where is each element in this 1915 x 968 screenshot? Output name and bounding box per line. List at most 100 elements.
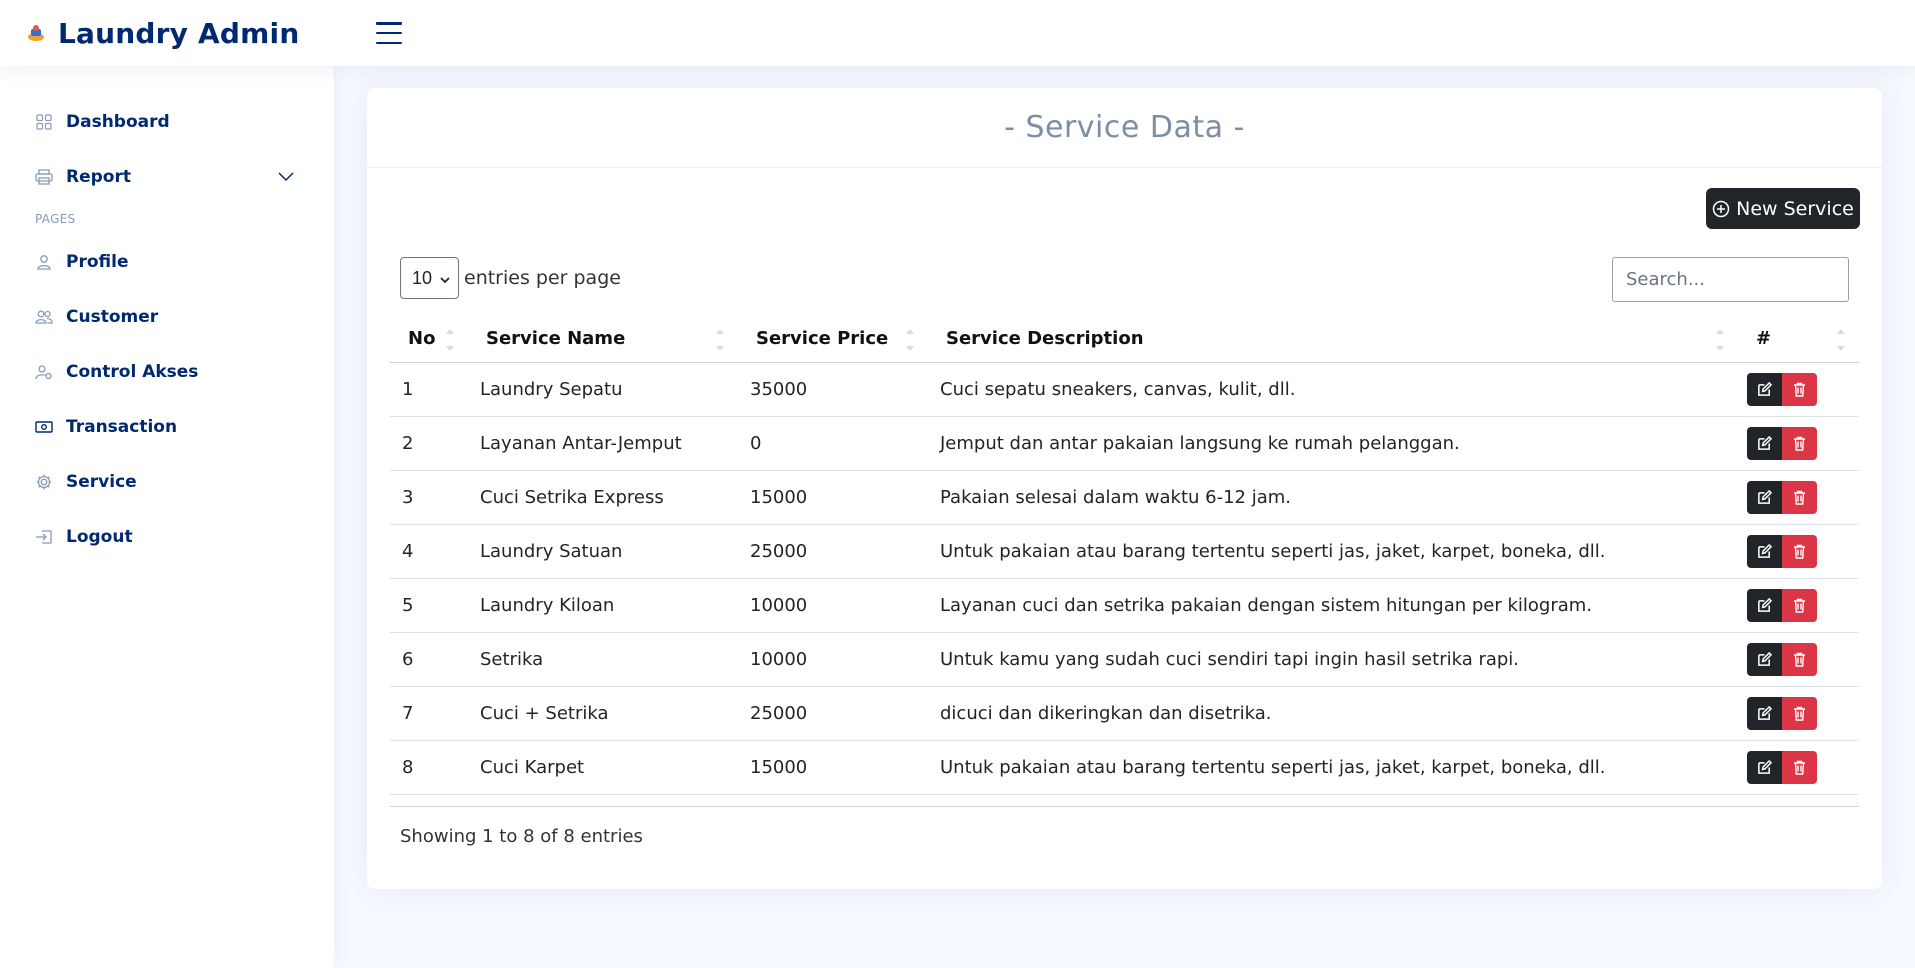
cell-service-price: 0 (738, 417, 928, 471)
row-actions (1747, 589, 1817, 622)
delete-button[interactable] (1782, 643, 1817, 676)
person-gear-icon (34, 362, 54, 382)
sidebar-item-service[interactable]: Service (0, 454, 334, 509)
delete-button[interactable] (1782, 427, 1817, 460)
cell-service-name: Cuci Karpet (468, 741, 738, 795)
table-footer-divider (390, 806, 1859, 807)
service-table: No Service Name Service Price Service De… (390, 315, 1859, 795)
sidebar-item-label: Profile (66, 251, 129, 272)
row-actions (1747, 481, 1817, 514)
table-row: 4 Laundry Satuan 25000 Untuk pakaian atau b… (390, 525, 1859, 579)
cell-service-description: dicuci dan dikeringkan dan disetrika. (928, 687, 1738, 741)
delete-button[interactable] (1782, 481, 1817, 514)
edit-button[interactable] (1747, 643, 1782, 676)
app-logo[interactable]: Laundry Admin (26, 17, 346, 50)
cell-actions (1738, 687, 1859, 741)
sidebar-item-label: Service (66, 471, 137, 492)
trash-icon (1793, 652, 1806, 667)
cell-service-price: 15000 (738, 741, 928, 795)
edit-button[interactable] (1747, 481, 1782, 514)
cell-service-name: Cuci + Setrika (468, 687, 738, 741)
box-arrow-in-icon (34, 527, 54, 547)
edit-button[interactable] (1747, 427, 1782, 460)
column-header-no[interactable]: No (390, 315, 468, 363)
cell-no: 5 (390, 579, 468, 633)
row-actions (1747, 643, 1817, 676)
cell-service-description: Untuk kamu yang sudah cuci sendiri tapi … (928, 633, 1738, 687)
delete-button[interactable] (1782, 535, 1817, 568)
sidebar-toggle-icon[interactable] (376, 22, 402, 44)
gear-icon (34, 472, 54, 492)
delete-button[interactable] (1782, 751, 1817, 784)
trash-icon (1793, 382, 1806, 397)
new-service-button[interactable]: New Service (1706, 188, 1860, 229)
printer-icon (34, 167, 54, 187)
cell-service-name: Laundry Sepatu (468, 363, 738, 417)
cell-no: 4 (390, 525, 468, 579)
sidebar-item-logout[interactable]: Logout (0, 509, 334, 564)
cell-service-price: 35000 (738, 363, 928, 417)
sidebar-item-transaction[interactable]: Transaction (0, 399, 334, 454)
cell-service-price: 10000 (738, 579, 928, 633)
column-label: Service Name (486, 328, 626, 349)
person-icon (34, 252, 54, 272)
edit-button[interactable] (1747, 697, 1782, 730)
sidebar-item-label: Control Akses (66, 361, 199, 382)
sidebar-item-label: Logout (66, 526, 133, 547)
sidebar-item-profile[interactable]: Profile (0, 234, 334, 289)
cell-service-price: 25000 (738, 687, 928, 741)
row-actions (1747, 697, 1817, 730)
nav-heading-pages: PAGES (35, 212, 76, 226)
cell-actions (1738, 525, 1859, 579)
edit-button[interactable] (1747, 589, 1782, 622)
grid-icon (34, 112, 54, 132)
trash-icon (1793, 544, 1806, 559)
sidebar-item-dashboard[interactable]: Dashboard (0, 94, 334, 149)
edit-button[interactable] (1747, 535, 1782, 568)
page-title: - Service Data - (367, 88, 1882, 168)
per-page-value: 10 (412, 267, 433, 288)
people-icon (34, 307, 54, 327)
cell-service-name: Setrika (468, 633, 738, 687)
cell-service-name: Laundry Kiloan (468, 579, 738, 633)
delete-button[interactable] (1782, 697, 1817, 730)
sort-icon (716, 328, 724, 351)
trash-icon (1793, 598, 1806, 613)
delete-button[interactable] (1782, 373, 1817, 406)
cell-service-description: Pakaian selesai dalam waktu 6-12 jam. (928, 471, 1738, 525)
column-header-service-name[interactable]: Service Name (468, 315, 738, 363)
edit-icon (1757, 760, 1772, 775)
column-header-actions[interactable]: # (1738, 315, 1859, 363)
column-header-service-description[interactable]: Service Description (928, 315, 1738, 363)
edit-icon (1757, 382, 1772, 397)
cell-no: 1 (390, 363, 468, 417)
cell-actions (1738, 741, 1859, 795)
row-actions (1747, 535, 1817, 568)
plus-circle-icon (1712, 200, 1730, 218)
sidebar-item-report[interactable]: Report (0, 149, 334, 204)
sidebar-item-customer[interactable]: Customer (0, 289, 334, 344)
sidebar-item-control-akses[interactable]: Control Akses (0, 344, 334, 399)
cell-service-name: Layanan Antar-Jemput (468, 417, 738, 471)
column-header-service-price[interactable]: Service Price (738, 315, 928, 363)
per-page-select[interactable]: 10 (400, 257, 459, 299)
cell-actions (1738, 633, 1859, 687)
edit-button[interactable] (1747, 373, 1782, 406)
delete-button[interactable] (1782, 589, 1817, 622)
top-header: Laundry Admin (0, 0, 1915, 66)
edit-icon (1757, 652, 1772, 667)
table-body: 1 Laundry Sepatu 35000 Cuci sepatu sneakers… (390, 363, 1859, 795)
column-label: Service Description (946, 328, 1144, 349)
trash-icon (1793, 706, 1806, 721)
sidebar-item-label: Report (66, 166, 131, 187)
row-actions (1747, 751, 1817, 784)
trash-icon (1793, 436, 1806, 451)
table-row: 7 Cuci + Setrika 25000 dicuci dan dikeringk… (390, 687, 1859, 741)
edit-button[interactable] (1747, 751, 1782, 784)
trash-icon (1793, 490, 1806, 505)
cell-actions (1738, 471, 1859, 525)
search-input[interactable] (1612, 257, 1849, 302)
table-row: 8 Cuci Karpet 15000 Untuk pakaian atau bara… (390, 741, 1859, 795)
sort-icon (1716, 328, 1724, 351)
edit-icon (1757, 544, 1772, 559)
